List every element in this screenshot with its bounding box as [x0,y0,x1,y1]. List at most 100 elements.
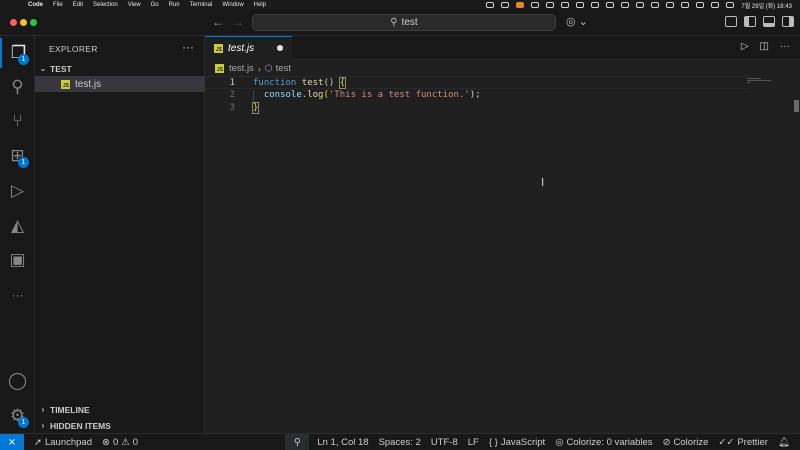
editor-scrollbar[interactable] [792,76,800,433]
testing-flask-icon[interactable]: ◭ [0,211,35,241]
chevron-down-icon: ⌄ [39,64,47,73]
code-line[interactable]: 1 function test() { [205,76,750,89]
control-center-icon[interactable] [726,2,735,8]
explorer-icon[interactable]: ❐ [0,38,35,68]
extensions-badge: 1 [18,157,29,168]
colorize-variables-label: Colorize: 0 variables [566,436,653,448]
tray-cloud-icon[interactable] [576,2,585,8]
battery-icon[interactable] [681,2,690,8]
extensions-icon[interactable]: ⊞ [0,141,35,171]
spotlight-icon[interactable] [711,2,720,8]
folder-name: TEST [50,63,72,74]
breadcrumb: JS test.js › ⬡ test [205,61,800,76]
scrollbar-thumb[interactable] [794,100,799,112]
menu-edit[interactable]: Edit [73,2,83,8]
editor-more-actions-icon[interactable]: ··· [780,41,790,52]
mouse-ibeam-cursor-icon: I [541,176,545,189]
search-view-icon[interactable]: ⚲ [0,72,35,102]
tray-translate-icon[interactable] [561,2,570,8]
launchpad-status[interactable]: ➚ Launchpad [34,437,92,448]
copilot-status-icon: ◎ [555,436,564,448]
timeline-section[interactable]: › TIMELINE [35,402,205,417]
command-center-text: test [401,17,418,28]
tray-copy-icon[interactable] [606,2,615,8]
explorer-more-actions-icon[interactable]: ··· [182,40,194,54]
colorize-variables-status[interactable]: ◎ Colorize: 0 variables [555,437,652,448]
encoding-status[interactable]: UTF-8 [431,437,458,448]
manage-gear-icon[interactable]: ⚙ [0,401,35,431]
tray-play-icon[interactable] [636,2,645,8]
run-and-debug-icon[interactable]: ▷ [0,176,35,206]
tray-bluetooth-icon[interactable] [651,2,660,8]
tray-record-icon[interactable] [486,2,495,8]
menu-help[interactable]: Help [254,2,266,8]
toggle-primary-sidebar-icon[interactable] [744,16,756,27]
menu-run[interactable]: Run [169,2,180,8]
notifications-bell-icon[interactable]: 🔔︎ [778,437,790,448]
function-name-token: test [301,78,324,88]
file-item-test-js[interactable]: JS test.js [35,76,205,92]
unsaved-dot-icon[interactable] [277,45,283,51]
zoom-window-button[interactable] [30,19,37,26]
menu-bar-clock[interactable]: 7월 29일 (화) 18:43 [741,1,792,10]
language-mode[interactable]: { } JavaScript [489,437,545,448]
indentation-status[interactable]: Spaces: 2 [379,437,421,448]
source-control-icon[interactable]: ⑂ [0,106,35,136]
prettier-status[interactable]: ✓✓ Prettier [718,437,768,448]
wifi-icon[interactable] [696,2,705,8]
menu-go[interactable]: Go [151,2,159,8]
close-paren-token: ); [469,90,481,100]
tab-test-js[interactable]: JS test.js [205,36,292,60]
minimap[interactable] [747,78,777,86]
error-icon: ⊗ [102,436,110,448]
minimize-window-button[interactable] [20,19,27,26]
open-brace-token: { [338,77,347,89]
problems-status[interactable]: ⊗ 0 ⚠ 0 [102,437,138,448]
tray-chat-icon[interactable] [546,2,555,8]
menu-app-name[interactable]: Code [28,2,43,8]
toggle-secondary-sidebar-icon[interactable] [782,16,794,27]
toggle-panel-icon[interactable] [763,16,775,27]
status-bar: ⨯ ➚ Launchpad ⊗ 0 ⚠ 0 ⚲ Ln 1, Col 18 Spa… [0,433,800,450]
breadcrumb-symbol[interactable]: test [276,63,291,74]
javascript-file-icon: JS [214,44,223,53]
chevron-right-icon: › [257,63,261,74]
zoom-icon[interactable]: ⚲ [285,433,310,450]
menu-view[interactable]: View [128,2,141,8]
breadcrumb-file[interactable]: test.js [229,63,254,74]
menu-window[interactable]: Window [222,2,243,8]
remote-window-icon[interactable]: ⨯ [0,433,24,450]
menu-file[interactable]: File [53,2,63,8]
close-window-button[interactable] [10,19,17,26]
tray-app-icon[interactable] [531,2,540,8]
tab-label: test.js [228,43,255,54]
menu-selection[interactable]: Selection [93,2,118,8]
code-editor[interactable]: 1 function test() { 2 console.log('This … [205,76,800,433]
run-file-play-icon[interactable]: ▷ [741,41,749,52]
eol-status[interactable]: LF [468,437,479,448]
go-forward-arrow-icon[interactable]: → [232,15,244,29]
more-views-icon[interactable]: ··· [0,280,35,310]
tray-timer-icon[interactable] [621,2,630,8]
code-line[interactable]: 3 } [205,102,750,115]
tray-pin-icon[interactable] [591,2,600,8]
method-token: log [307,90,324,100]
chevron-right-icon: › [41,405,45,414]
colorize-status[interactable]: ⊘ Colorize [663,437,709,448]
tray-keyboard-icon[interactable] [516,2,525,8]
folder-section-test[interactable]: ⌄ TEST [35,61,205,76]
customize-layout-icon[interactable] [725,16,737,27]
copilot-icon[interactable]: ◎ ⌄ [566,15,588,28]
split-editor-icon[interactable]: ◫ [760,41,769,52]
tray-input-source-icon[interactable] [666,2,675,8]
remote-explorer-icon[interactable]: ▣ [0,245,35,275]
tray-circle-icon[interactable] [501,2,510,8]
no-entry-icon: ⊘ [662,436,671,448]
hidden-items-section[interactable]: › HIDDEN ITEMS [35,418,205,433]
menu-terminal[interactable]: Terminal [190,2,213,8]
go-back-arrow-icon[interactable]: ← [212,15,224,29]
cursor-position[interactable]: Ln 1, Col 18 [317,437,368,448]
code-line[interactable]: 2 console.log('This is a test function.'… [205,89,750,102]
command-center-search[interactable]: ⚲ test [252,14,556,31]
accounts-icon[interactable]: ◯ [0,366,35,396]
